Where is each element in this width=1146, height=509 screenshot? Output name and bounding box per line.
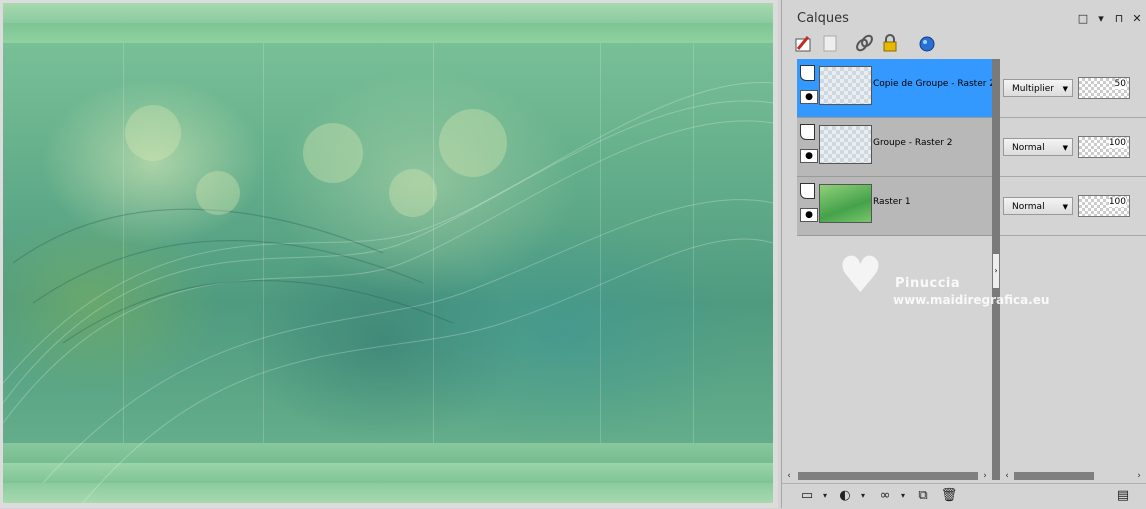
props-hscroll[interactable]: ‹ › [1002,470,1146,482]
properties-icon[interactable]: ▤ [1114,488,1132,504]
blend-mode-select[interactable]: Normal ▼ [1003,138,1073,156]
dropdown-icon[interactable]: ▾ [1094,12,1108,26]
opacity-slider[interactable]: 100 [1078,136,1130,158]
layer-type-icon[interactable] [800,124,815,140]
eye-icon[interactable]: ● [800,90,818,104]
glasses-icon[interactable]: ∞ [876,488,894,504]
opacity-slider[interactable]: 50 [1078,77,1130,99]
locked-layer-icon[interactable] [820,33,840,53]
watermark: ♥ Pinuccia www.maidiregrafica.eu [838,248,1068,308]
eye-icon[interactable]: ● [800,208,818,222]
layer-type-icon[interactable] [800,183,815,199]
eye-icon[interactable]: ● [800,149,818,163]
close-icon[interactable]: ✕ [1130,12,1144,26]
watermark-url: www.maidiregrafica.eu [893,293,1050,307]
scroll-left-icon[interactable]: ‹ [784,470,794,482]
scroll-left-icon[interactable]: ‹ [1002,470,1012,482]
layer-thumbnail [819,66,872,105]
layers-bottom-toolbar: ▭ ▾ ◐ ▾ ∞ ▾ ⧉ 🗑 ▤ [782,483,1146,509]
mask-icon[interactable]: ◐ [836,488,854,504]
lock-icon[interactable] [880,33,900,53]
duplicate-icon[interactable]: ⧉ [914,488,932,504]
panel-title: Calques [797,11,849,26]
layers-hscroll[interactable]: ‹ › [784,470,992,482]
opacity-slider[interactable]: 100 [1078,195,1130,217]
dropdown-icon[interactable]: ▾ [816,488,834,504]
new-layer-icon[interactable]: ▭ [798,488,816,504]
scroll-right-icon[interactable]: › [1134,470,1144,482]
layer-props-row: Multiplier ▼ 50 [1000,59,1146,118]
blend-mode-select[interactable]: Multiplier ▼ [1003,79,1073,97]
link-icon[interactable] [854,33,874,53]
dropdown-icon[interactable]: ▾ [894,488,912,504]
scroll-right-icon[interactable]: › [980,470,990,482]
layer-props-row: Normal ▼ 100 [1000,177,1146,236]
layer-row[interactable]: ● Copie de Groupe - Raster 2 [797,59,995,118]
trash-icon[interactable]: 🗑 [940,488,958,504]
swirl-lines [3,81,773,503]
blend-mode-select[interactable]: Normal ▼ [1003,197,1073,215]
dropdown-icon[interactable]: ▾ [854,488,872,504]
artwork-image [3,3,773,503]
layer-props-row: Normal ▼ 100 [1000,118,1146,177]
globe-icon[interactable] [916,33,936,53]
heart-smiley-icon: ♥ [838,246,883,304]
layer-name[interactable]: Groupe - Raster 2 [873,138,953,148]
layer-type-icon[interactable] [800,65,815,81]
layer-row[interactable]: ● Groupe - Raster 2 [797,118,992,177]
layer-row[interactable]: ● Raster 1 [797,177,992,236]
pin-icon[interactable]: ⊓ [1112,12,1126,26]
restore-icon[interactable]: □ [1076,12,1090,26]
layer-name[interactable]: Raster 1 [873,197,911,207]
watermark-name: Pinuccia [895,276,961,291]
layer-thumbnail [819,125,872,164]
brush-icon[interactable] [794,33,814,53]
scroll-thumb[interactable] [798,472,978,480]
layer-thumbnail [819,184,872,223]
layer-name[interactable]: Copie de Groupe - Raster 2 [873,79,995,89]
scroll-thumb[interactable] [1014,472,1094,480]
image-canvas[interactable] [0,0,778,508]
